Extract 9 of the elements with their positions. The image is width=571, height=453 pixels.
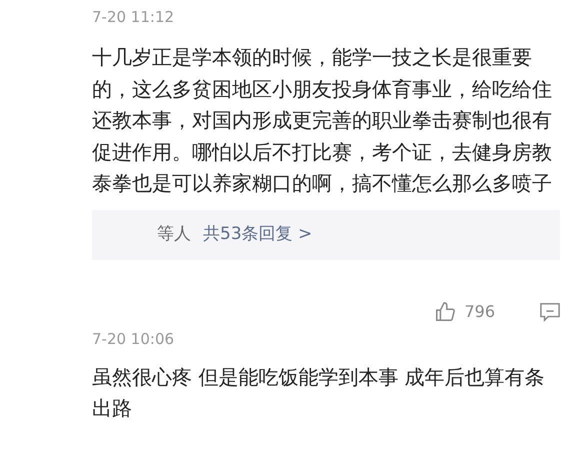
reply-users: 等人 (157, 222, 191, 246)
comment-time: 7-20 10:06 (92, 328, 176, 350)
thumbs-up-icon[interactable] (434, 300, 456, 322)
comment-icon[interactable] (539, 302, 561, 322)
replies-link[interactable]: 共53条回复 > (203, 222, 312, 248)
comment-text: 十几岁正是学本领的时候，能学一技之长是很重要的，这么多贫困地区小朋友投身体育事业，给吃给住还教本事，对国内形成更完善的职业拳击赛制也很有促进作用。哪怕以后不打比赛，考个证，去健身房教泰拳也是可以养家糊口的啊，搞不懂怎么那么多喷子 (92, 44, 553, 197)
comment-text: 虽然很心疼 但是能吃饭能学到本事 成年后也算有条出路 (92, 364, 546, 422)
like-count: 796 (464, 300, 495, 322)
comment-time: 7-20 11:12 (92, 7, 176, 28)
